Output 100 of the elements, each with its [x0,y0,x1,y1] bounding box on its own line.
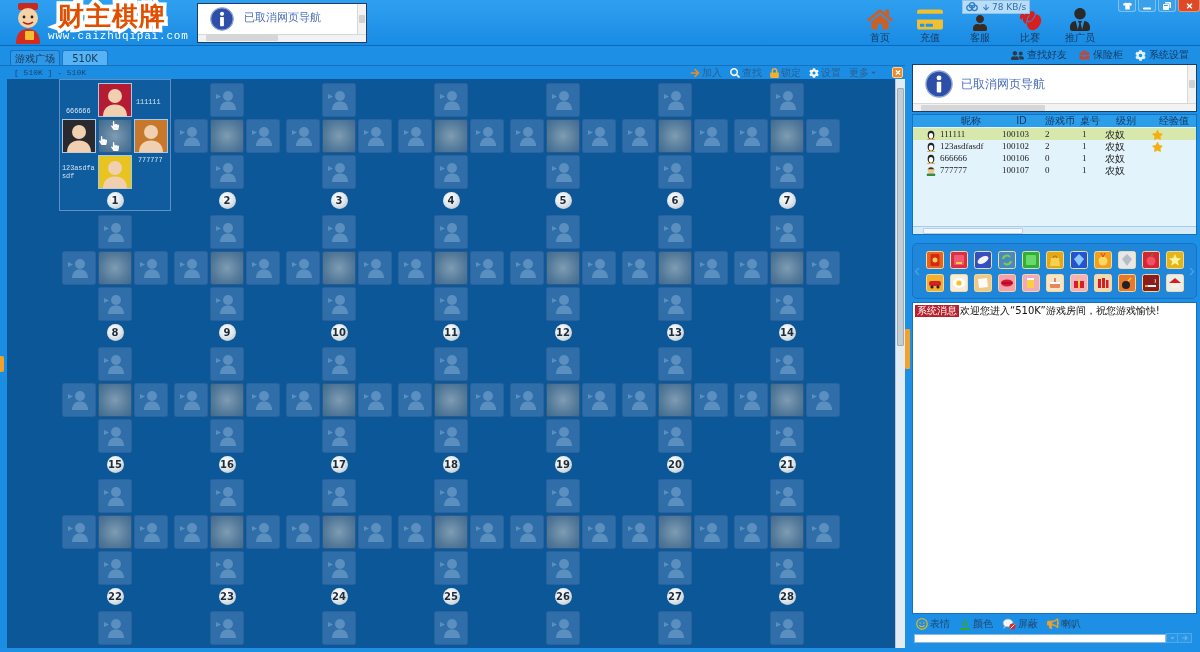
empty-seat-icon[interactable] [546,611,580,645]
empty-seat-icon[interactable] [770,215,804,249]
empty-seat-icon[interactable] [770,83,804,117]
empty-seat-icon[interactable] [286,515,320,549]
table-slot[interactable]: 27 [619,475,731,607]
empty-seat-icon[interactable] [770,155,804,189]
empty-seat-icon[interactable] [134,383,168,417]
empty-seat-icon[interactable] [734,251,768,285]
bomb-icon[interactable] [1117,273,1136,292]
restore-button[interactable] [1158,0,1176,12]
link-button[interactable]: 系统设置 [1135,49,1189,61]
empty-seat-icon[interactable] [322,215,356,249]
minimize-button[interactable] [1138,0,1156,12]
empty-seat-icon[interactable] [322,611,356,645]
table-slot[interactable]: 19 [507,343,619,475]
empty-seat-icon[interactable] [434,551,468,585]
empty-seat-icon[interactable] [658,611,692,645]
empty-seat-icon[interactable] [806,119,840,153]
egg-icon[interactable] [949,273,968,292]
empty-seat-icon[interactable] [210,419,244,453]
empty-seat-icon[interactable] [546,83,580,117]
empty-seat-icon[interactable] [322,551,356,585]
empty-seat-icon[interactable] [174,383,208,417]
empty-seat-icon[interactable] [98,215,132,249]
empty-seat-icon[interactable] [658,347,692,381]
empty-seat-icon[interactable] [62,383,96,417]
send-button[interactable] [1178,633,1192,643]
apple-icon[interactable] [1141,250,1160,269]
empty-seat-icon[interactable] [770,551,804,585]
empty-seat-icon[interactable] [734,383,768,417]
scrollbar[interactable] [913,226,1196,234]
table-slot[interactable]: 6 [619,79,731,211]
table-slot[interactable]: 24 [283,475,395,607]
empty-seat-icon[interactable] [62,515,96,549]
empty-seat-icon[interactable] [210,611,244,645]
gem-icon[interactable] [1069,250,1088,269]
scrollbar[interactable] [1187,65,1196,103]
empty-seat-icon[interactable] [510,251,544,285]
user-row[interactable]: 777777 100107 0 1 农奴 [913,164,1196,176]
cigarette-icon[interactable] [1141,273,1160,292]
empty-seat-icon[interactable] [546,419,580,453]
empty-seat-icon[interactable] [470,383,504,417]
empty-seat-icon[interactable] [546,215,580,249]
empty-seat-icon[interactable] [434,419,468,453]
empty-seat-icon[interactable] [622,383,656,417]
lips-icon[interactable] [997,273,1016,292]
tab[interactable]: 510K [62,50,108,65]
empty-seat-icon[interactable] [322,479,356,513]
table-slot[interactable]: 13 [619,211,731,343]
empty-seat-icon[interactable] [322,419,356,453]
empty-seat-icon[interactable] [770,419,804,453]
table-slot[interactable]: 14 [731,211,843,343]
empty-seat-icon[interactable] [210,551,244,585]
empty-seat-icon[interactable] [546,479,580,513]
empty-seat-icon[interactable] [434,479,468,513]
table-slot[interactable]: 12 [507,211,619,343]
empty-seat-icon[interactable] [622,251,656,285]
empty-seat-icon[interactable] [582,383,616,417]
collapse-handle[interactable] [0,355,4,372]
history-dropdown-button[interactable] [1166,633,1178,643]
empty-seat-icon[interactable] [358,383,392,417]
table-slot[interactable]: 5 [507,79,619,211]
empty-seat-icon[interactable] [434,83,468,117]
empty-seat-icon[interactable] [770,611,804,645]
empty-seat-icon[interactable] [358,119,392,153]
empty-seat-icon[interactable] [246,515,280,549]
empty-seat-icon[interactable] [806,251,840,285]
bag-icon[interactable] [1045,250,1064,269]
scrollbar[interactable] [913,103,1196,111]
empty-seat-icon[interactable] [734,515,768,549]
chat-input[interactable] [914,633,1166,643]
table-slot[interactable]: 21 [731,343,843,475]
empty-seat-icon[interactable] [174,251,208,285]
empty-seat-icon[interactable] [246,383,280,417]
close-button[interactable] [892,67,903,78]
splitter-handle[interactable] [905,329,910,369]
empty-seat-icon[interactable] [510,383,544,417]
empty-seat-icon[interactable] [358,251,392,285]
empty-seat-icon[interactable] [510,515,544,549]
beer-icon[interactable] [1021,273,1040,292]
empty-seat-icon[interactable] [770,347,804,381]
empty-seat-icon[interactable] [734,119,768,153]
cake-icon[interactable] [1045,273,1064,292]
table-slot[interactable]: 20 [619,343,731,475]
empty-seat-icon[interactable] [62,251,96,285]
table-slot[interactable]: 8 [59,211,171,343]
empty-seat-icon[interactable] [582,119,616,153]
empty-seat-icon[interactable] [470,251,504,285]
empty-seat-icon[interactable] [98,347,132,381]
empty-seat-icon[interactable] [694,515,728,549]
empty-seat-icon[interactable] [770,287,804,321]
empty-seat-icon[interactable] [210,287,244,321]
empty-seat-icon[interactable] [694,383,728,417]
medal-icon[interactable] [1093,250,1112,269]
empty-seat-icon[interactable] [174,515,208,549]
empty-seat-icon[interactable] [546,155,580,189]
empty-seat-icon[interactable] [358,515,392,549]
table-slot[interactable]: 2 [171,79,283,211]
empty-seat-icon[interactable] [582,515,616,549]
empty-seat-icon[interactable] [98,419,132,453]
